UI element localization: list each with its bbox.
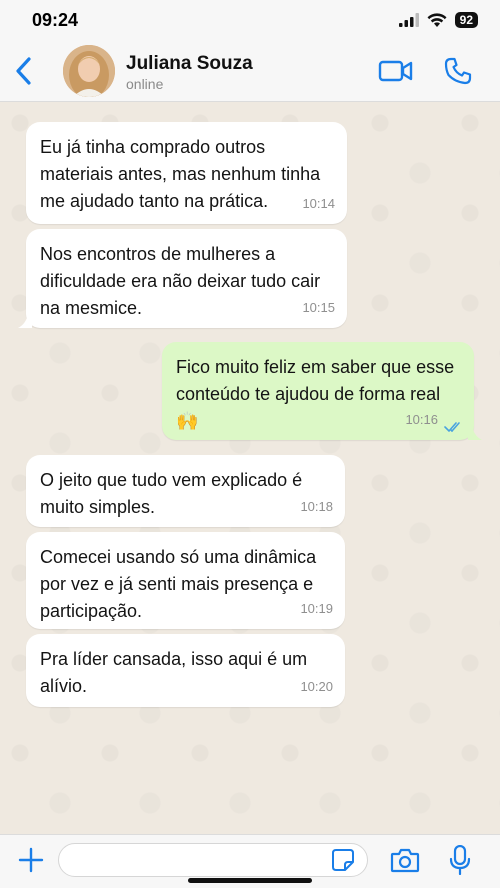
message-bubble-incoming[interactable]: O jeito que tudo vem explicado é muito s…	[26, 455, 345, 527]
home-indicator	[188, 878, 312, 883]
message-time: 10:16	[405, 412, 438, 427]
message-bubble-incoming[interactable]: Eu já tinha comprado outros materiais an…	[26, 122, 347, 224]
bubble-tail-icon	[18, 314, 32, 328]
status-icons: 92	[398, 12, 478, 28]
message-time: 10:20	[300, 679, 333, 694]
message-time: 10:14	[302, 196, 335, 211]
chat-area[interactable]: Eu já tinha comprado outros materiais an…	[0, 103, 500, 834]
message-time: 10:15	[302, 300, 335, 315]
video-call-icon[interactable]	[378, 58, 414, 84]
microphone-icon[interactable]	[449, 845, 471, 875]
camera-icon[interactable]	[390, 847, 420, 873]
contact-status: online	[126, 76, 164, 92]
message-bubble-incoming[interactable]: Nos encontros de mulheres a dificuldade …	[26, 229, 347, 328]
bubble-tail-icon	[468, 426, 482, 440]
message-text: Pra líder cansada, isso aqui é um alívio…	[40, 649, 308, 696]
phone-icon[interactable]	[443, 56, 473, 86]
message-text: O jeito que tudo vem explicado é muito s…	[40, 470, 303, 517]
chat-header: Juliana Souza online	[0, 40, 500, 102]
avatar-image	[63, 45, 115, 97]
message-bubble-incoming[interactable]: Comecei usando só uma dinâmica por vez e…	[26, 532, 345, 629]
status-bar: 09:24 92	[0, 0, 500, 40]
contact-name[interactable]: Juliana Souza	[126, 53, 253, 75]
wifi-icon	[427, 12, 447, 27]
message-text: Comecei usando só uma dinâmica por vez e…	[40, 547, 317, 621]
plus-icon[interactable]	[18, 847, 44, 873]
message-bubble-outgoing[interactable]: Fico muito feliz em saber que esse conte…	[162, 342, 474, 440]
message-input[interactable]	[58, 843, 368, 877]
message-time: 10:18	[300, 499, 333, 514]
status-time: 09:24	[32, 10, 79, 30]
message-text: Nos encontros de mulheres a dificuldade …	[40, 244, 321, 318]
battery-icon: 92	[454, 12, 478, 28]
back-chevron-icon[interactable]	[12, 56, 36, 86]
signal-icon	[398, 13, 419, 27]
avatar[interactable]	[63, 45, 115, 97]
message-time: 10:19	[300, 601, 333, 616]
sticker-icon[interactable]	[331, 848, 355, 872]
read-receipt-icon	[444, 422, 460, 433]
message-bubble-incoming[interactable]: Pra líder cansada, isso aqui é um alívio…	[26, 634, 345, 707]
message-text: Eu já tinha comprado outros materiais an…	[40, 137, 321, 211]
